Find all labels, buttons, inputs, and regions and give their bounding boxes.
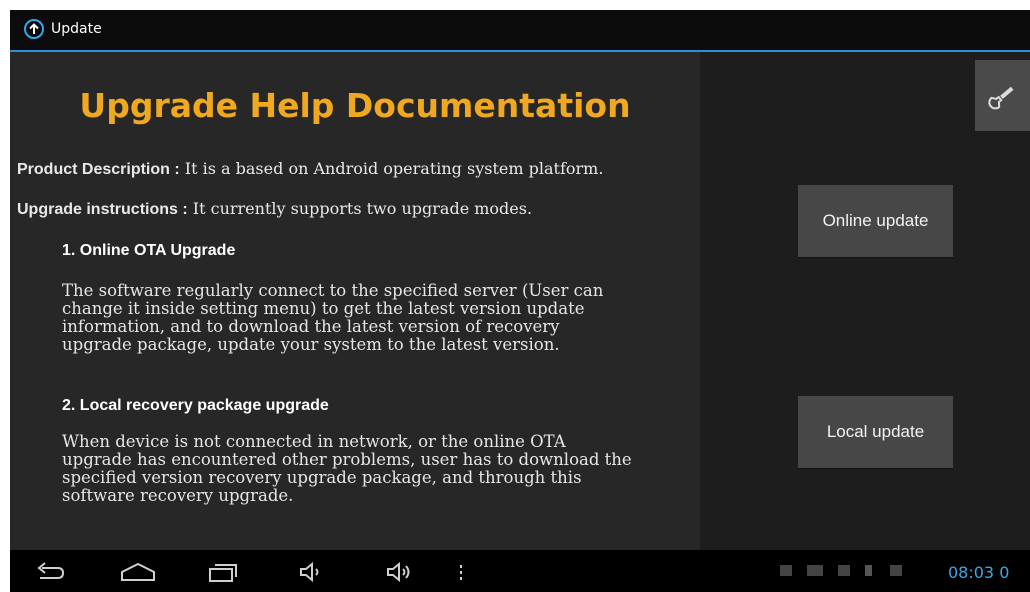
product-description-label: Product Description : [17, 161, 180, 178]
help-document: Upgrade Help Documentation Product Descr… [10, 52, 700, 550]
clock-suffix: 0 [999, 563, 1010, 582]
document-title: Upgrade Help Documentation [79, 86, 631, 125]
shield-notification-icon [838, 565, 850, 576]
app-title: Update [51, 21, 102, 37]
recents-icon[interactable] [206, 560, 242, 584]
product-description: Product Description : It is a based on A… [17, 159, 603, 179]
product-description-text: It is a based on Android operating syste… [179, 159, 604, 178]
section-local-recovery-text: When device is not connected in network,… [62, 432, 632, 505]
local-update-button[interactable]: Local update [798, 396, 953, 468]
upgrade-instructions-text: It currently supports two upgrade modes. [187, 199, 533, 218]
usb-icon [865, 565, 872, 576]
volume-down-icon[interactable] [298, 560, 324, 584]
wrench-icon [988, 86, 1014, 110]
email-notification-icon [780, 565, 792, 576]
section-online-ota-text: The software regularly connect to the sp… [62, 281, 604, 354]
settings-button[interactable] [975, 60, 1030, 131]
image-notification-icon [890, 565, 902, 576]
section-online-ota-heading: 1. Online OTA Upgrade [62, 242, 236, 259]
arrow-up-circle-icon[interactable] [24, 19, 44, 39]
upgrade-instructions-label: Upgrade instructions : [17, 201, 188, 218]
screen: Update Upgrade Help Documentation Produc… [10, 10, 1030, 592]
section-local-recovery-heading: 2. Local recovery package upgrade [62, 397, 329, 414]
clock: 08:03 0 [948, 563, 1009, 582]
clock-time: 08:03 [948, 563, 995, 582]
upgrade-instructions: Upgrade instructions : It currently supp… [17, 199, 532, 219]
home-icon[interactable] [118, 560, 158, 584]
back-icon[interactable] [32, 560, 66, 584]
overflow-menu-icon[interactable] [456, 560, 466, 584]
navigation-bar: 08:03 0 [10, 550, 1030, 592]
keyboard-notification-icon [807, 565, 823, 576]
online-update-button[interactable]: Online update [798, 185, 953, 257]
volume-up-icon[interactable] [385, 560, 415, 584]
action-bar: Update [10, 10, 1030, 52]
